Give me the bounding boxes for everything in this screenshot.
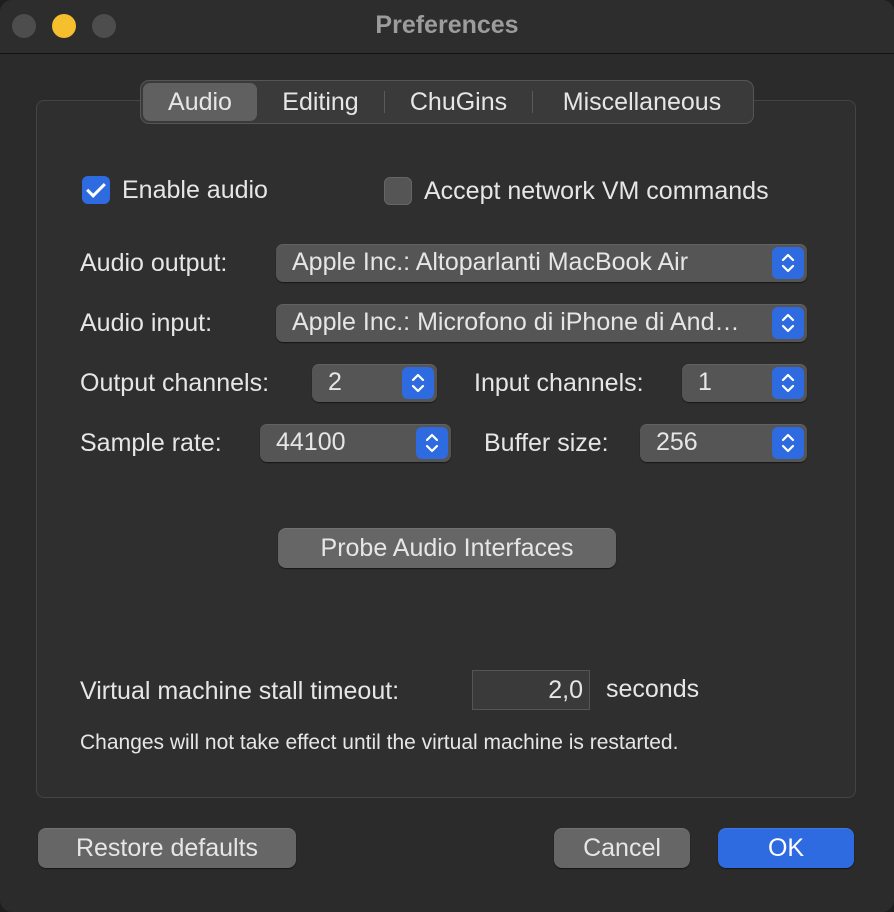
preferences-window: Preferences Audio Editing ChuGins Miscel… (0, 0, 894, 912)
audio-output-label: Audio output: (80, 249, 228, 277)
restore-defaults-button[interactable]: Restore defaults (38, 828, 296, 868)
buffer-size-select[interactable]: 256 (640, 424, 807, 462)
stall-timeout-field[interactable]: 2,0 (472, 670, 590, 710)
accept-network-checkbox[interactable] (384, 177, 412, 205)
stall-timeout-unit: seconds (606, 675, 700, 703)
enable-audio-label: Enable audio (122, 176, 268, 204)
tab-audio[interactable]: Audio (143, 83, 257, 121)
chevron-updown-icon (772, 247, 804, 279)
tab-editing[interactable]: Editing (257, 83, 384, 121)
sample-rate-value: 44100 (276, 428, 346, 456)
chevron-updown-icon (402, 367, 434, 399)
input-channels-value: 1 (698, 368, 712, 396)
output-channels-select[interactable]: 2 (312, 364, 437, 402)
enable-audio-checkbox[interactable] (82, 176, 110, 204)
audio-input-select[interactable]: Apple Inc.: Microfono di iPhone di And… (276, 304, 807, 342)
buffer-size-value: 256 (656, 428, 698, 456)
sample-rate-label: Sample rate: (80, 429, 222, 457)
chevron-updown-icon (772, 427, 804, 459)
accept-network-label: Accept network VM commands (424, 177, 769, 205)
sample-rate-select[interactable]: 44100 (260, 424, 451, 462)
chevron-updown-icon (772, 367, 804, 399)
input-channels-select[interactable]: 1 (682, 364, 807, 402)
input-channels-label: Input channels: (474, 369, 644, 397)
audio-output-value: Apple Inc.: Altoparlanti MacBook Air (292, 248, 689, 276)
ok-button[interactable]: OK (718, 828, 854, 868)
tab-miscellaneous[interactable]: Miscellaneous (533, 83, 751, 121)
stall-timeout-label: Virtual machine stall timeout: (80, 677, 400, 705)
audio-input-value: Apple Inc.: Microfono di iPhone di And… (292, 308, 740, 336)
tab-chugins[interactable]: ChuGins (385, 83, 532, 121)
output-channels-value: 2 (328, 368, 342, 396)
audio-input-label: Audio input: (80, 309, 213, 337)
tab-bar: Audio Editing ChuGins Miscellaneous (140, 80, 754, 124)
audio-output-select[interactable]: Apple Inc.: Altoparlanti MacBook Air (276, 244, 807, 282)
output-channels-label: Output channels: (80, 369, 270, 397)
buffer-size-label: Buffer size: (484, 429, 609, 457)
cancel-button[interactable]: Cancel (554, 828, 690, 868)
restart-note: Changes will not take effect until the v… (80, 731, 679, 754)
title-bar: Preferences (0, 0, 894, 54)
chevron-updown-icon (772, 307, 804, 339)
chevron-updown-icon (416, 427, 448, 459)
probe-audio-interfaces-button[interactable]: Probe Audio Interfaces (278, 528, 616, 568)
window-title: Preferences (375, 11, 519, 39)
